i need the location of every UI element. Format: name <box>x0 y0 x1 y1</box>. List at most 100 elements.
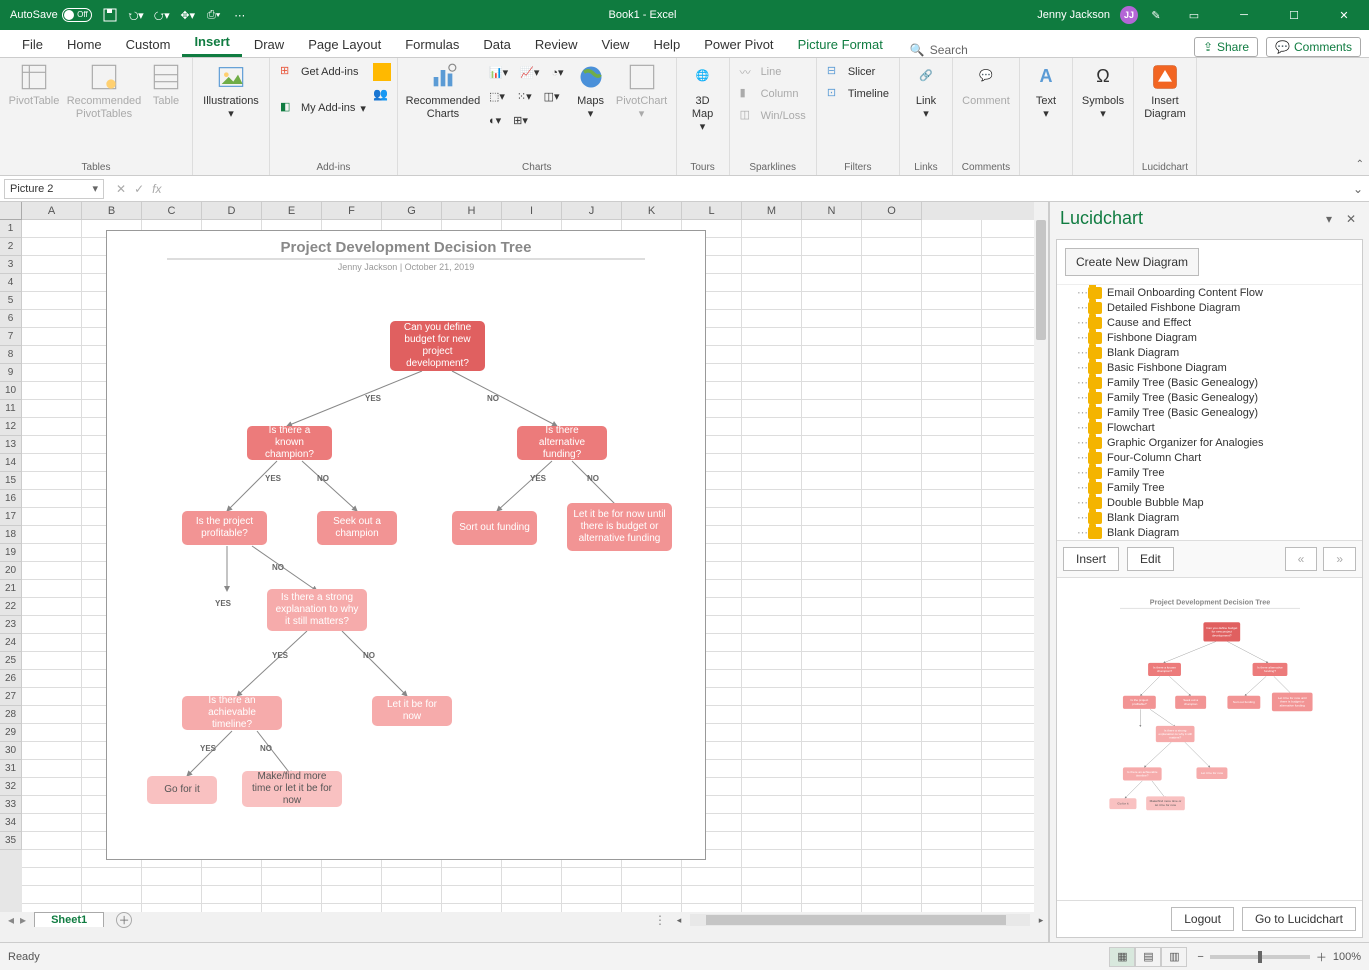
avatar[interactable]: JJ <box>1120 6 1138 24</box>
cancel-icon[interactable]: ✕ <box>116 182 126 196</box>
edit-button[interactable]: Edit <box>1127 547 1174 571</box>
col-C[interactable]: C <box>142 202 202 220</box>
row-8[interactable]: 8 <box>0 346 22 364</box>
tab-file[interactable]: File <box>10 32 55 57</box>
row-30[interactable]: 30 <box>0 742 22 760</box>
insert-diagram-button[interactable]: Insert Diagram <box>1140 61 1190 123</box>
select-all-corner[interactable] <box>0 202 22 220</box>
combo-chart-icon[interactable]: ◫▾ <box>540 85 564 107</box>
pane-menu-icon[interactable]: ▾ <box>1321 212 1337 226</box>
pen-icon[interactable]: ✎ <box>1148 7 1164 23</box>
bing-icon[interactable] <box>373 63 391 81</box>
col-F[interactable]: F <box>322 202 382 220</box>
tree-item[interactable]: ⋯Family Tree (Basic Genealogy) <box>1057 390 1362 405</box>
tree-item[interactable]: ⋯Blank Diagram <box>1057 510 1362 525</box>
redo-icon[interactable]: ▾ <box>154 7 170 23</box>
minimize-icon[interactable]: ─ <box>1224 0 1264 30</box>
zoom-in-icon[interactable]: ＋ <box>1316 949 1327 965</box>
row-17[interactable]: 17 <box>0 508 22 526</box>
tab-page-layout[interactable]: Page Layout <box>296 32 393 57</box>
collapse-ribbon-icon[interactable]: ⌃ <box>1356 159 1364 170</box>
pane-close-icon[interactable]: ✕ <box>1343 212 1359 226</box>
col-O[interactable]: O <box>862 202 922 220</box>
col-H[interactable]: H <box>442 202 502 220</box>
row-3[interactable]: 3 <box>0 256 22 274</box>
row-1[interactable]: 1 <box>0 220 22 238</box>
tree-item[interactable]: ⋯Family Tree (Basic Genealogy) <box>1057 375 1362 390</box>
row-7[interactable]: 7 <box>0 328 22 346</box>
autosave-toggle[interactable]: AutoSave Off <box>10 8 92 22</box>
scroll-left-icon[interactable]: ◂ <box>672 915 686 926</box>
people-icon[interactable]: 👥 <box>373 87 391 105</box>
tab-picture-format[interactable]: Picture Format <box>786 32 895 57</box>
tab-home[interactable]: Home <box>55 32 114 57</box>
create-diagram-button[interactable]: Create New Diagram <box>1065 248 1199 276</box>
row-34[interactable]: 34 <box>0 814 22 832</box>
row-2[interactable]: 2 <box>0 238 22 256</box>
illustrations-button[interactable]: Illustrations▾ <box>199 61 263 123</box>
pagebreak-view-icon[interactable]: ▥ <box>1161 947 1187 967</box>
hier-chart-icon[interactable]: ⬚▾ <box>485 85 509 107</box>
tree-item[interactable]: ⋯Cause and Effect <box>1057 315 1362 330</box>
row-20[interactable]: 20 <box>0 562 22 580</box>
row-16[interactable]: 16 <box>0 490 22 508</box>
surf-chart-icon[interactable]: ⊞▾ <box>509 109 532 131</box>
row-21[interactable]: 21 <box>0 580 22 598</box>
row-18[interactable]: 18 <box>0 526 22 544</box>
row-6[interactable]: 6 <box>0 310 22 328</box>
get-addins-button[interactable]: ⊞Get Add-ins <box>276 61 370 83</box>
scroll-right-icon[interactable]: ▸ <box>1034 915 1048 926</box>
rec-pivot-button[interactable]: Recommended PivotTables <box>65 61 143 123</box>
spark-wl-button[interactable]: ◫Win/Loss <box>736 105 810 127</box>
tab-next-icon[interactable]: ▸ <box>20 913 26 927</box>
pagelayout-view-icon[interactable]: ▤ <box>1135 947 1161 967</box>
row-22[interactable]: 22 <box>0 598 22 616</box>
row-31[interactable]: 31 <box>0 760 22 778</box>
zoom-level[interactable]: 100% <box>1333 951 1361 963</box>
col-E[interactable]: E <box>262 202 322 220</box>
timeline-button[interactable]: ⊡Timeline <box>823 83 893 105</box>
zoom-slider[interactable] <box>1210 955 1310 959</box>
rec-charts-button[interactable]: Recommended Charts <box>404 61 482 123</box>
next-page-button[interactable]: » <box>1323 547 1356 571</box>
row-13[interactable]: 13 <box>0 436 22 454</box>
ribbon-mode-icon[interactable]: ▭ <box>1174 0 1214 30</box>
diagram-tree[interactable]: ⋯Email Onboarding Content Flow⋯Detailed … <box>1057 284 1362 540</box>
text-button[interactable]: AText▾ <box>1026 61 1066 123</box>
comments-button[interactable]: 💬 Comments <box>1266 37 1361 57</box>
search[interactable]: 🔍 Search <box>910 43 968 57</box>
tab-view[interactable]: View <box>589 32 641 57</box>
tab-draw[interactable]: Draw <box>242 32 296 57</box>
tab-formulas[interactable]: Formulas <box>393 32 471 57</box>
logout-button[interactable]: Logout <box>1171 907 1234 931</box>
name-box[interactable]: Picture 2▾ <box>4 179 104 199</box>
qat-more-icon[interactable]: ⋯ <box>232 7 248 23</box>
tree-item[interactable]: ⋯Basic Fishbone Diagram <box>1057 360 1362 375</box>
row-10[interactable]: 10 <box>0 382 22 400</box>
tab-power-pivot[interactable]: Power Pivot <box>692 32 785 57</box>
row-25[interactable]: 25 <box>0 652 22 670</box>
tab-review[interactable]: Review <box>523 32 590 57</box>
add-sheet-button[interactable]: ＋ <box>116 912 132 928</box>
line-chart-icon[interactable]: 📈▾ <box>516 61 543 83</box>
tree-item[interactable]: ⋯Family Tree (Basic Genealogy) <box>1057 405 1362 420</box>
row-headers[interactable]: 1234567891011121314151617181920212223242… <box>0 220 22 912</box>
tree-item[interactable]: ⋯Flowchart <box>1057 420 1362 435</box>
fx-icon[interactable]: fx <box>152 182 161 196</box>
spark-line-button[interactable]: 〰Line <box>736 61 810 83</box>
sheet-tab[interactable]: Sheet1 <box>34 912 104 927</box>
row-26[interactable]: 26 <box>0 670 22 688</box>
vertical-scrollbar[interactable] <box>1034 202 1048 912</box>
spark-col-button[interactable]: ▮Column <box>736 83 810 105</box>
tab-data[interactable]: Data <box>471 32 522 57</box>
row-33[interactable]: 33 <box>0 796 22 814</box>
stat-chart-icon[interactable]: ◐▾ <box>485 109 505 131</box>
tab-split-icon[interactable]: ⋮ <box>648 913 672 927</box>
col-K[interactable]: K <box>622 202 682 220</box>
symbols-button[interactable]: ΩSymbols▾ <box>1079 61 1127 123</box>
table-button[interactable]: Table <box>146 61 186 110</box>
col-L[interactable]: L <box>682 202 742 220</box>
prev-page-button[interactable]: « <box>1285 547 1318 571</box>
flowchart-picture[interactable]: Project Development Decision Tree Jenny … <box>106 230 706 860</box>
col-J[interactable]: J <box>562 202 622 220</box>
